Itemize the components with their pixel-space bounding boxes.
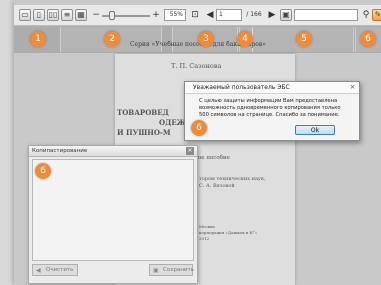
close-icon[interactable]: × [348,83,357,92]
search-icon[interactable]: ⚲ [360,9,372,21]
marker-2: 2 [104,31,120,47]
prev-page-icon[interactable]: ◀ [204,9,216,21]
fit-page-button[interactable]: ▭ [19,9,31,21]
doc-title-line2: ОДЕЖ [159,118,186,127]
ok-button[interactable]: Ok [295,125,335,135]
copy-icon: ✎ [374,10,381,19]
panel-close-icon[interactable]: × [186,147,194,155]
doc-author: Т. П. Сазонова [171,62,222,70]
clear-icon: ◀ [36,267,41,274]
copy-limit-dialog: Уважаемый пользователь ЭБС × С целью защ… [184,81,360,141]
doc-line-b: С. А. Вязовой [199,183,235,189]
page-total: / 166 [246,11,262,18]
single-page-icon: ▯ [36,10,42,19]
zoom-in-icon[interactable]: + [150,9,162,21]
doc-line-d: корпорация «Дашков и К°» [199,230,258,235]
marker-3: 3 [198,31,214,47]
clear-button[interactable]: ◀ Очистить [32,264,78,276]
bookmark-icon: ▣ [282,10,290,19]
text-mode-button[interactable]: ≡ [61,9,73,21]
marker-6-dialog: 6 [191,120,207,136]
doc-title-line1: ТОВАРОВЕД [117,108,169,117]
zoom-out-icon[interactable]: − [90,9,102,21]
save-icon: ▣ [153,267,159,274]
marker-6-toolbar: 6 [360,31,376,47]
bookmark-button[interactable]: ▣ [280,9,292,21]
text-mode-icon: ≡ [63,10,71,19]
two-page-button[interactable]: ▯▯ [47,9,59,21]
reader-toolbar: ▭ ▯ ▯▯ ≡ ▦ − + 55% ⊡ ◀ 1 / 166 ▶ ▣ ⚲ ✎ [14,5,381,26]
page-number-input[interactable]: 1 [216,9,242,21]
dialog-title: Уважаемый пользователь ЭБС [185,82,359,94]
dialog-message: С целью защиты информации Вам предоставл… [199,98,341,118]
zoom-slider-knob[interactable] [109,11,115,20]
grid-icon: ▦ [77,10,85,19]
marker-4: 4 [237,31,253,47]
fit-page-icon: ▭ [21,10,29,19]
doc-line-c: Москва [199,224,215,229]
single-page-button[interactable]: ▯ [33,9,45,21]
save-label: Сохранить [163,267,194,273]
doc-title-line3: И ПУШНО-М [117,128,171,137]
save-button[interactable]: ▣ Сохранить [149,264,194,276]
marker-6-panel: 6 [35,163,51,179]
doc-subtitle: ое пособие [198,155,230,161]
zoom-value-field[interactable]: 55% [164,9,186,21]
marker-5: 5 [296,31,312,47]
search-input[interactable] [294,9,358,21]
two-page-icon: ▯▯ [48,10,58,19]
clear-label: Очистить [46,267,74,273]
marker-1: 1 [30,31,46,47]
copy-panel: Копипастирование × ◀ Очистить ▣ Сохранит… [28,145,198,284]
copy-mode-button[interactable]: ✎ [372,9,381,21]
grid-mode-button[interactable]: ▦ [75,9,87,21]
next-page-icon[interactable]: ▶ [266,9,278,21]
panel-title: Копипастирование [29,146,197,157]
doc-line-a: тором технических наук, [199,176,266,182]
copied-text-area[interactable] [32,159,194,261]
doc-line-e: 2012 [199,236,210,241]
fullscreen-icon[interactable]: ⊡ [189,9,201,21]
